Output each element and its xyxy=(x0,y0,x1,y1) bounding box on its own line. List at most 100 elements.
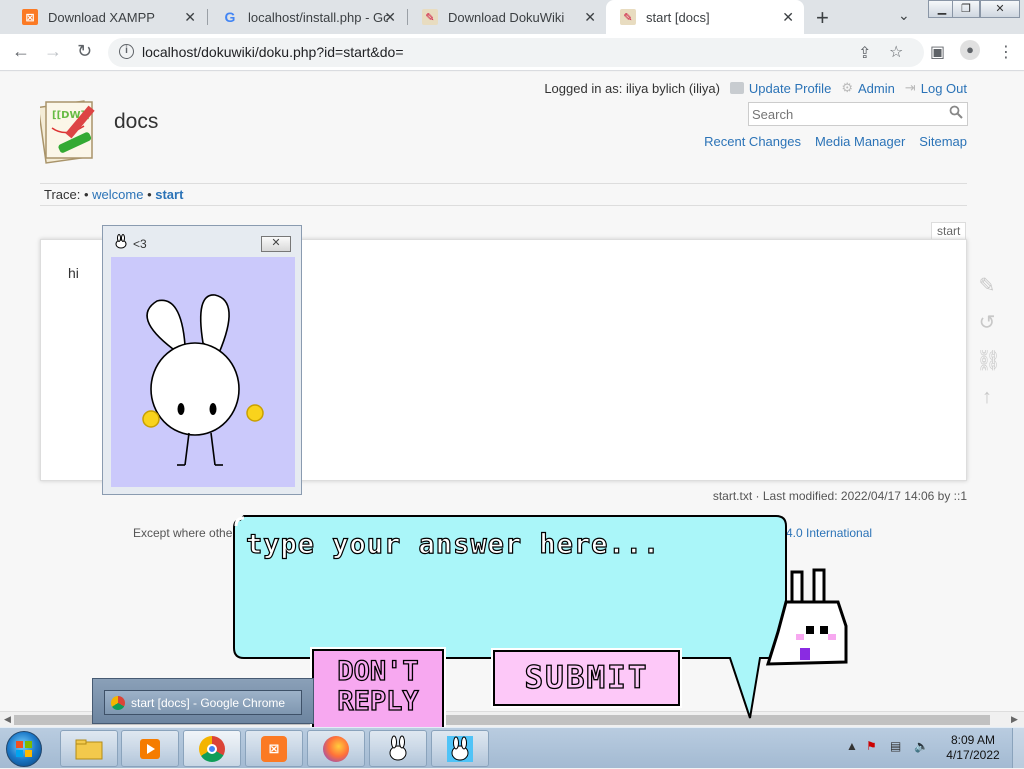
gear-icon: ⚙ xyxy=(841,80,853,95)
revisions-history-icon[interactable]: ↺ xyxy=(976,310,998,334)
show-desktop-button[interactable] xyxy=(1012,728,1024,768)
taskbar-xampp[interactable]: ⊠ xyxy=(245,730,303,767)
close-window-button[interactable]: ✕ xyxy=(980,0,1020,18)
tab-title: Download DokuWiki xyxy=(448,9,565,25)
taskbar-bunny-pet-2[interactable] xyxy=(431,730,489,767)
taskbar-bunny-pet[interactable] xyxy=(369,730,427,767)
pet-window[interactable]: <3 ✕ xyxy=(102,225,302,495)
side-panel-icon[interactable]: ▣ xyxy=(930,42,945,62)
answer-input[interactable] xyxy=(246,524,776,564)
license-text: Except where othe xyxy=(133,526,233,540)
bookmark-star-icon[interactable]: ☆ xyxy=(889,42,903,62)
start-button[interactable] xyxy=(6,731,42,767)
taskbar-explorer[interactable] xyxy=(60,730,118,767)
volume-speaker-icon[interactable]: 🔈 xyxy=(914,739,929,753)
url-text: localhost/dokuwiki/doku.php?id=start&do= xyxy=(142,44,404,60)
bunny-pet-icon xyxy=(389,735,407,760)
logout-link[interactable]: ⇥ Log Out xyxy=(905,80,967,96)
tab-strip: ⊠ Download XAMPP ✕ G localhost/install.p… xyxy=(0,0,1024,34)
taskbar-media-player[interactable] xyxy=(121,730,179,767)
sitemap-link[interactable]: Sitemap xyxy=(919,134,967,149)
system-clock[interactable]: 8:09 AM 4/17/2022 xyxy=(945,733,1001,763)
search-icon[interactable] xyxy=(949,105,963,119)
back-arrow-icon[interactable]: ← xyxy=(12,41,30,62)
divider xyxy=(40,183,967,184)
breadcrumb-separator: • xyxy=(83,187,93,202)
media-manager-link[interactable]: Media Manager xyxy=(815,134,905,149)
profile-card-icon xyxy=(729,82,744,94)
logout-icon: ⇥ xyxy=(904,80,916,95)
close-tab-icon[interactable]: ✕ xyxy=(782,9,794,26)
xampp-icon: ⊠ xyxy=(261,735,287,762)
pet-window-title: <3 xyxy=(133,237,147,251)
restore-button[interactable]: ❐ xyxy=(952,0,980,18)
dokuwiki-icon: ✎ xyxy=(620,9,636,25)
browser-toolbar: ← → ↻ i localhost/dokuwiki/doku.php?id=s… xyxy=(0,34,1024,71)
profile-avatar-icon[interactable]: ● xyxy=(960,40,980,60)
forward-arrow-icon[interactable]: → xyxy=(44,41,62,62)
show-hidden-icons-arrow-icon[interactable]: ▲ xyxy=(846,739,860,753)
media-player-icon xyxy=(140,738,160,759)
breadcrumb-start[interactable]: start xyxy=(155,187,183,202)
backlinks-chain-icon[interactable]: ⛓ xyxy=(976,348,1001,372)
action-center-flag-icon[interactable]: ⚑ xyxy=(866,739,880,753)
clock-date: 4/17/2022 xyxy=(946,748,1000,762)
admin-link[interactable]: ⚙ Admin xyxy=(841,80,895,96)
preview-item[interactable]: start [docs] - Google Chrome xyxy=(104,690,302,715)
firefox-icon xyxy=(323,735,349,762)
taskbar-firefox[interactable] xyxy=(307,730,365,767)
logged-in-label: Logged in as: iliya bylich (iliya) xyxy=(544,80,720,96)
scroll-right-arrow-icon[interactable]: ▶ xyxy=(1011,714,1018,725)
reload-icon[interactable]: ↻ xyxy=(77,41,92,62)
share-icon[interactable]: ⇪ xyxy=(858,43,871,63)
folder-icon xyxy=(75,739,103,759)
update-profile-link[interactable]: Update Profile xyxy=(729,80,832,96)
breadcrumb-label: Trace: xyxy=(44,187,81,202)
menu-kebab-icon[interactable]: ⋮ xyxy=(998,42,1014,62)
dokuwiki-logo[interactable]: [[DW]] xyxy=(40,98,106,164)
search-box xyxy=(748,102,968,126)
submit-button[interactable]: SUBMIT xyxy=(491,648,682,708)
logout-label: Log Out xyxy=(920,80,967,96)
scroll-left-arrow-icon[interactable]: ◀ xyxy=(4,714,11,725)
chrome-icon xyxy=(199,735,225,762)
network-icon[interactable]: ▤ xyxy=(890,739,904,753)
breadcrumb: Trace: • welcome • start xyxy=(44,187,183,202)
peeking-bunny[interactable] xyxy=(758,566,850,678)
close-tab-icon[interactable]: ✕ xyxy=(384,9,396,26)
tab-start-docs[interactable]: ✎ start [docs] ✕ xyxy=(606,0,804,34)
close-tab-icon[interactable]: ✕ xyxy=(584,9,596,26)
new-tab-button[interactable]: + xyxy=(816,5,829,31)
clock-time: 8:09 AM xyxy=(950,733,996,747)
back-to-top-arrow-icon[interactable]: ↑ xyxy=(976,386,998,408)
address-bar[interactable]: i localhost/dokuwiki/doku.php?id=start&d… xyxy=(108,38,924,67)
page-content: hi xyxy=(68,265,79,281)
dont-reply-line2: REPLY xyxy=(337,686,420,717)
taskbar-chrome[interactable] xyxy=(183,730,241,767)
tab-download-dokuwiki[interactable]: ✎ Download DokuWiki ✕ xyxy=(408,0,606,34)
breadcrumb-welcome[interactable]: welcome xyxy=(92,187,143,202)
google-icon: G xyxy=(224,9,236,25)
tab-download-xampp[interactable]: ⊠ Download XAMPP ✕ xyxy=(8,0,206,34)
site-info-icon[interactable]: i xyxy=(119,44,134,59)
tab-search-chevron-icon[interactable]: ⌄ xyxy=(898,7,910,24)
pet-canvas xyxy=(111,257,295,487)
close-tab-icon[interactable]: ✕ xyxy=(184,9,196,26)
search-input[interactable] xyxy=(749,103,939,125)
doc-info: start.txt · Last modified: 2022/04/17 14… xyxy=(712,489,967,503)
site-tools: Recent Changes Media Manager Sitemap xyxy=(704,134,967,149)
license-link[interactable]: 4.0 International xyxy=(786,526,872,540)
dont-reply-button[interactable]: DON'T REPLY xyxy=(310,647,446,731)
xampp-icon: ⊠ xyxy=(22,9,38,25)
recent-changes-link[interactable]: Recent Changes xyxy=(704,134,801,149)
admin-label: Admin xyxy=(857,80,895,96)
bunny-title-icon xyxy=(115,234,127,249)
edit-pencil-icon[interactable]: ✎ xyxy=(976,273,998,297)
tab-title: start [docs] xyxy=(646,9,710,25)
pet-close-button[interactable]: ✕ xyxy=(261,236,291,252)
tab-install-php[interactable]: G localhost/install.php - Go ✕ xyxy=(208,0,406,34)
taskbar-thumbnail-preview[interactable]: start [docs] - Google Chrome xyxy=(92,678,314,724)
update-profile-label: Update Profile xyxy=(748,80,832,96)
bunny-character[interactable] xyxy=(111,257,295,487)
site-title[interactable]: docs xyxy=(114,110,158,134)
